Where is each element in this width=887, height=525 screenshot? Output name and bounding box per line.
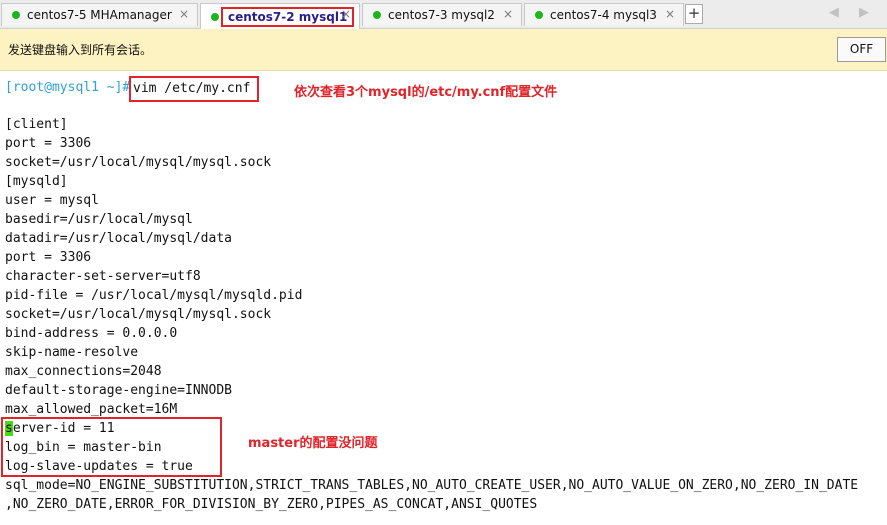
tab-label: centos7-3 mysql2 xyxy=(388,8,495,22)
tab-mysql1[interactable]: centos7-2 mysql1 × xyxy=(200,3,360,29)
config-line: [client] xyxy=(5,117,68,132)
config-line-server-id: server-id = 11 xyxy=(5,419,115,438)
annotation-master: master的配置没问题 xyxy=(248,436,378,451)
tab-label: centos7-5 MHAmanager xyxy=(27,8,172,22)
config-line: port = 3306 xyxy=(5,250,92,265)
shell-prompt: [root@mysql1 ~]# xyxy=(5,80,131,95)
close-tab-icon[interactable]: × xyxy=(665,7,675,21)
close-tab-icon[interactable]: × xyxy=(179,7,189,21)
config-line-sql-mode-cont: ,NO_ZERO_DATE,ERROR_FOR_DIVISION_BY_ZERO… xyxy=(5,497,538,512)
tab-label: centos7-2 mysql1 xyxy=(221,6,355,27)
close-tab-icon[interactable]: × xyxy=(341,7,351,21)
tab-label: centos7-4 mysql3 xyxy=(550,8,657,22)
config-line: [mysqld] xyxy=(5,174,68,189)
config-line: skip-name-resolve xyxy=(5,345,139,360)
config-line: datadir=/usr/local/mysql/data xyxy=(5,231,232,246)
off-button[interactable]: OFF xyxy=(837,37,886,62)
close-tab-icon[interactable]: × xyxy=(503,7,513,21)
config-line: log-slave-updates = true xyxy=(5,459,193,474)
connected-status-icon xyxy=(535,11,543,19)
config-line-sql-mode: sql_mode=NO_ENGINE_SUBSTITUTION,STRICT_T… xyxy=(5,478,859,493)
config-line: character-set-server=utf8 xyxy=(5,269,201,284)
config-line: socket=/usr/local/mysql/mysql.sock xyxy=(5,307,272,322)
shell-command: vim /etc/my.cnf xyxy=(133,81,251,96)
config-line: max_connections=2048 xyxy=(5,364,162,379)
add-tab-button[interactable]: + xyxy=(685,4,703,24)
tab-mysql2[interactable]: centos7-3 mysql2 × xyxy=(362,3,522,26)
config-line-rest: erver-id = 11 xyxy=(12,421,115,436)
connected-status-icon xyxy=(373,11,381,19)
send-to-all-notification-bar: 发送键盘输入到所有会话。 OFF xyxy=(0,29,887,71)
config-line: user = mysql xyxy=(5,193,99,208)
config-line: default-storage-engine=INNODB xyxy=(5,383,232,398)
tab-mhamanager[interactable]: centos7-5 MHAmanager × xyxy=(1,3,198,26)
terminal-cursor: s xyxy=(5,421,13,436)
config-line: socket=/usr/local/mysql/mysql.sock xyxy=(5,155,272,170)
config-line: port = 3306 xyxy=(5,136,92,151)
connected-status-icon xyxy=(12,11,20,19)
config-line: log_bin = master-bin xyxy=(5,440,162,455)
notification-text: 发送键盘输入到所有会话。 xyxy=(8,43,153,57)
config-line: bind-address = 0.0.0.0 xyxy=(5,326,178,341)
tab-bar: centos7-5 MHAmanager × centos7-2 mysql1 … xyxy=(0,0,887,29)
connected-status-icon xyxy=(211,12,219,21)
config-line: basedir=/usr/local/mysql xyxy=(5,212,193,227)
config-line: pid-file = /usr/local/mysql/mysqld.pid xyxy=(5,288,303,303)
annotation-top: 依次查看3个mysql的/etc/my.cnf配置文件 xyxy=(294,85,558,100)
tab-mysql3[interactable]: centos7-4 mysql3 × xyxy=(524,3,684,26)
tab-scroll-arrows-icon[interactable]: ◀ ▶ xyxy=(829,5,877,20)
